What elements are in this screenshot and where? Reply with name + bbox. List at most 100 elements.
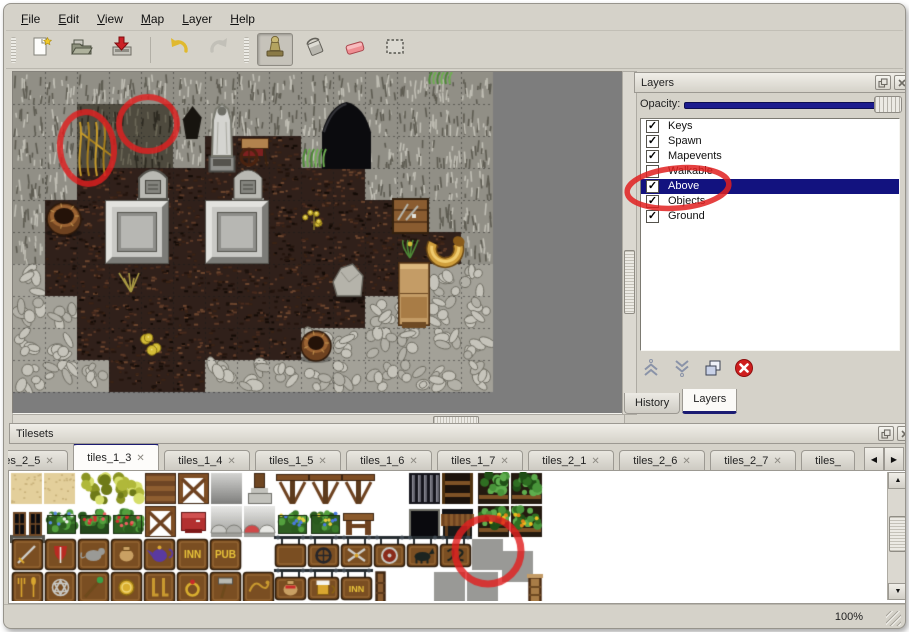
- tileset-tab-tiles_2_6[interactable]: tiles_2_6✕: [619, 450, 705, 471]
- tileset-tab-label: tiles_1_3: [87, 449, 131, 468]
- redo-button[interactable]: [201, 33, 237, 66]
- layer-label: Keys: [668, 119, 692, 134]
- tileset-tab-tiles_1_6[interactable]: tiles_1_6 ✕: [346, 450, 432, 471]
- tab-close-icon[interactable]: ✕: [773, 452, 781, 471]
- toolbar-gripper[interactable]: [244, 37, 249, 63]
- tileset-tab-label: tiles_1_6: [360, 452, 404, 471]
- layers-close-button[interactable]: [894, 75, 906, 90]
- layer-row-ground[interactable]: ✓ Ground: [641, 209, 899, 224]
- layer-checkbox-mapevents[interactable]: ✓: [646, 150, 659, 163]
- toolbar-separator: [150, 37, 151, 63]
- scroll-up-icon[interactable]: ▲: [888, 472, 906, 489]
- tab-close-icon[interactable]: ✕: [682, 452, 690, 471]
- tileset-tab-label: tiles_1_7: [451, 452, 495, 471]
- tileset-tab-scroll: ◀ ▶: [864, 447, 904, 471]
- tileset-vertical-scrollbar[interactable]: ▲ ▼: [887, 472, 906, 600]
- tileset-tab-tiles_1_3[interactable]: tiles_1_3 ✕: [73, 444, 159, 471]
- toolbar-gripper[interactable]: [11, 37, 16, 63]
- tab-close-icon[interactable]: ✕: [409, 452, 417, 471]
- fill-button[interactable]: [297, 33, 333, 66]
- layer-label: Ground: [668, 209, 705, 224]
- tileset-tab-label: tiles_1_5: [269, 452, 313, 471]
- tileset-tab-tiles_1_5[interactable]: tiles_1_5 ✕: [255, 450, 341, 471]
- save-button[interactable]: [104, 33, 140, 66]
- undo-button[interactable]: [161, 33, 197, 66]
- menu-item-edit[interactable]: Edit: [49, 9, 88, 29]
- menu-item-view[interactable]: View: [88, 9, 132, 29]
- tab-close-icon[interactable]: ✕: [591, 452, 599, 471]
- status-bar: 100%: [4, 604, 905, 629]
- layer-list: ✓Keys✓Spawn✓MapeventsWalkable✓Above✓Obje…: [640, 118, 900, 351]
- save-icon: [109, 34, 135, 65]
- select-button[interactable]: [377, 33, 413, 66]
- screenshot-stage: FileEditViewMapLayerHelp Layers Opacity:…: [0, 0, 909, 632]
- layer-checkbox-walkable[interactable]: [646, 165, 659, 178]
- opacity-label: Opacity:: [640, 98, 680, 110]
- opacity-slider[interactable]: [684, 102, 902, 109]
- layers-panel-titlebar: Layers: [634, 72, 906, 93]
- map-vscroll-thumb[interactable]: [624, 250, 635, 314]
- map-vertical-scrollbar[interactable]: [622, 71, 637, 415]
- float-icon: [880, 428, 892, 440]
- layer-checkbox-objects[interactable]: ✓: [646, 195, 659, 208]
- layer-delete-button[interactable]: [731, 357, 757, 383]
- float-icon: [877, 77, 889, 89]
- dock-tab-layers[interactable]: Layers: [682, 389, 737, 414]
- layer-row-spawn[interactable]: ✓ Spawn: [641, 134, 899, 149]
- tileset-tab-tiles_2_5[interactable]: tiles_2_5✕: [8, 450, 68, 471]
- undo-icon: [166, 34, 192, 65]
- tileset-tab-tiles-partial[interactable]: tiles_: [801, 450, 855, 471]
- layers-float-button[interactable]: [875, 75, 891, 90]
- tileset-canvas[interactable]: [10, 472, 886, 601]
- layer-action-buttons: [638, 355, 903, 385]
- tab-close-icon[interactable]: ✕: [318, 452, 326, 471]
- layer-checkbox-spawn[interactable]: ✓: [646, 135, 659, 148]
- tilesets-panel-title: Tilesets: [16, 428, 54, 440]
- open-folder-icon: [69, 34, 95, 65]
- tab-close-icon[interactable]: ✕: [45, 452, 53, 471]
- layer-row-objects[interactable]: ✓ Objects: [641, 194, 899, 209]
- opacity-slider-handle[interactable]: [874, 96, 902, 113]
- menu-item-layer[interactable]: Layer: [173, 9, 221, 29]
- toolbar: [6, 31, 903, 69]
- map-canvas[interactable]: [12, 71, 623, 414]
- scroll-right-icon[interactable]: ▶: [884, 447, 904, 471]
- stamp-button[interactable]: [257, 33, 293, 66]
- layer-row-walkable[interactable]: Walkable: [641, 164, 899, 179]
- menu-item-help[interactable]: Help: [221, 9, 264, 29]
- layer-label: Spawn: [668, 134, 702, 149]
- tilesets-close-button[interactable]: [897, 426, 906, 441]
- dock-tab-history[interactable]: History: [624, 393, 680, 414]
- tileset-tabs: tiles_2_5✕tiles_1_3✕tiles_1_4✕tiles_1_5✕…: [8, 444, 863, 471]
- tileset-tab-tiles_2_7[interactable]: tiles_2_7✕: [710, 450, 796, 471]
- layer-checkbox-ground[interactable]: ✓: [646, 210, 659, 223]
- delete-icon: [733, 357, 755, 384]
- layer-row-above[interactable]: ✓Above: [641, 179, 899, 194]
- layer-lower-button[interactable]: [669, 357, 695, 383]
- tileset-scroll-thumb[interactable]: [889, 516, 906, 552]
- open-button[interactable]: [64, 33, 100, 66]
- layer-checkbox-above[interactable]: ✓: [646, 180, 659, 193]
- layer-label: Objects: [668, 194, 705, 209]
- tileset-view: ▲ ▼: [8, 470, 906, 604]
- layer-row-keys[interactable]: ✓ Keys: [641, 119, 899, 134]
- tilesets-float-button[interactable]: [878, 426, 894, 441]
- tileset-tab-tiles_1_7[interactable]: tiles_1_7 ✕: [437, 450, 523, 471]
- menu-item-file[interactable]: File: [12, 9, 49, 29]
- scroll-down-icon[interactable]: ▼: [888, 583, 906, 600]
- tileset-tab-tiles_1_4[interactable]: tiles_1_4✕: [164, 450, 250, 471]
- tab-close-icon[interactable]: ✕: [500, 452, 508, 471]
- tab-close-icon[interactable]: ✕: [227, 452, 235, 471]
- zoom-level: 100%: [835, 611, 863, 623]
- layer-checkbox-keys[interactable]: ✓: [646, 120, 659, 133]
- menu-item-map[interactable]: Map: [132, 9, 173, 29]
- resize-grip[interactable]: [886, 611, 901, 626]
- layer-duplicate-button[interactable]: [700, 357, 726, 383]
- tab-close-icon[interactable]: ✕: [136, 449, 144, 468]
- new-button[interactable]: [24, 33, 60, 66]
- layer-raise-button[interactable]: [638, 357, 664, 383]
- layer-row-mapevents[interactable]: ✓Mapevents: [641, 149, 899, 164]
- eraser-button[interactable]: [337, 33, 373, 66]
- scroll-left-icon[interactable]: ◀: [864, 447, 884, 471]
- tileset-tab-tiles_2_1[interactable]: tiles_2_1✕: [528, 450, 614, 471]
